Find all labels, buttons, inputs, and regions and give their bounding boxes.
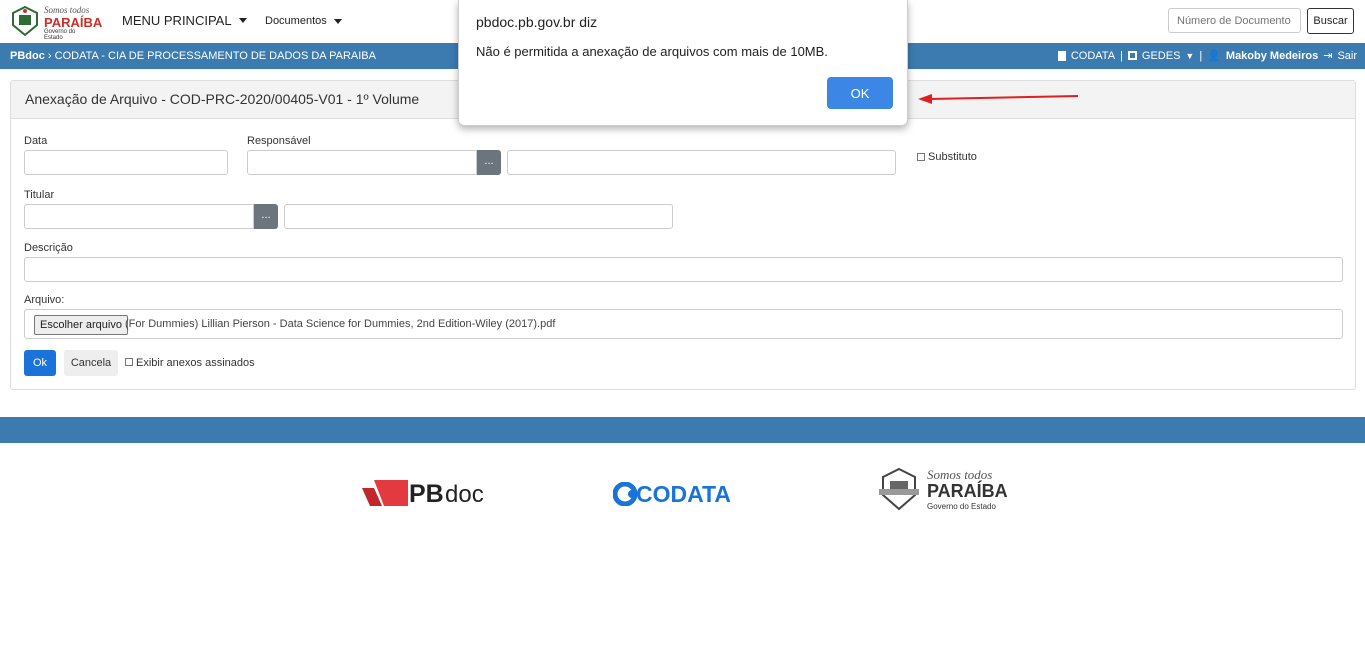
logout-icon: ⇥ bbox=[1323, 50, 1333, 62]
titular-label: Titular bbox=[24, 189, 55, 201]
dialog-ok-button[interactable]: OK bbox=[827, 77, 893, 109]
chevron-down-icon: ▼ bbox=[1185, 50, 1195, 61]
exibir-anexos-checkbox[interactable] bbox=[125, 358, 133, 366]
caret-down-icon bbox=[333, 18, 342, 24]
breadcrumb: PBdoc › CODATA - CIA DE PROCESSAMENTO DE… bbox=[10, 50, 376, 62]
unit-link[interactable]: CODATA bbox=[1071, 50, 1115, 62]
menu-principal-label: MENU PRINCIPAL bbox=[122, 13, 232, 28]
user-name[interactable]: Makoby Medeiros bbox=[1226, 50, 1318, 62]
paraiba-footer-logo: Somos todos PARAÍBA Governo do Estado bbox=[877, 467, 1008, 513]
logout-link[interactable]: Sair bbox=[1337, 50, 1357, 62]
footer-bar bbox=[0, 417, 1365, 443]
sitemap-icon bbox=[1127, 51, 1137, 60]
logo-tagline: Somos todos bbox=[44, 5, 90, 15]
file-name: (For Dummies) Lillian Pierson - Data Sci… bbox=[125, 318, 556, 330]
alert-dialog: pbdoc.pb.gov.br diz Não é permitida a an… bbox=[458, 0, 908, 126]
codata-logo: CODATA bbox=[613, 481, 758, 507]
dialog-title: pbdoc.pb.gov.br diz bbox=[476, 14, 598, 30]
choose-file-button[interactable]: Escolher arquivo bbox=[34, 315, 128, 335]
documentos-label: Documentos bbox=[265, 15, 327, 27]
responsavel-label: Responsável bbox=[247, 135, 311, 147]
descricao-input[interactable] bbox=[24, 257, 1343, 282]
responsavel-code-input[interactable] bbox=[247, 150, 477, 175]
arquivo-label: Arquivo: bbox=[24, 294, 65, 306]
footer-logo-title: PARAÍBA bbox=[927, 481, 1008, 501]
breadcrumb-org[interactable]: CODATA - CIA DE PROCESSAMENTO DE DADOS D… bbox=[55, 50, 376, 62]
user-area: CODATA | GEDES ▼ | 👤 Makoby Medeiros ⇥ S… bbox=[1057, 49, 1357, 62]
pbdoc-logo-doc: doc bbox=[445, 481, 484, 508]
attachment-panel: Anexação de Arquivo - COD-PRC-2020/00405… bbox=[10, 80, 1356, 390]
red-arrow-icon bbox=[918, 94, 1079, 104]
dialog-message: Não é permitida a anexação de arquivos c… bbox=[476, 44, 828, 59]
separator: | bbox=[1199, 49, 1203, 62]
data-input[interactable] bbox=[24, 150, 228, 175]
documentos-dropdown[interactable]: Documentos bbox=[265, 15, 342, 27]
menu-principal-dropdown[interactable]: MENU PRINCIPAL bbox=[122, 13, 247, 28]
logo-subtitle: Governo do Estado bbox=[44, 29, 76, 41]
responsavel-search-button[interactable]: ... bbox=[477, 150, 501, 175]
substituto-label: Substituto bbox=[928, 151, 977, 163]
cancel-button[interactable]: Cancela bbox=[64, 350, 118, 376]
substituto-checkbox[interactable] bbox=[917, 153, 925, 161]
caret-down-icon bbox=[238, 18, 247, 23]
building-icon bbox=[1057, 50, 1066, 61]
responsavel-name-input[interactable] bbox=[507, 150, 896, 175]
exibir-anexos-label: Exibir anexos assinados bbox=[136, 357, 255, 369]
file-input[interactable]: Escolher arquivo (For Dummies) Lillian P… bbox=[24, 309, 1343, 339]
paraiba-logo[interactable]: Somos todos PARAÍBA Governo do Estado bbox=[10, 5, 102, 41]
titular-search-button[interactable]: ... bbox=[254, 204, 278, 229]
breadcrumb-app[interactable]: PBdoc bbox=[10, 50, 45, 62]
coat-of-arms-icon bbox=[12, 5, 38, 37]
data-label: Data bbox=[24, 135, 48, 147]
titular-name-input[interactable] bbox=[284, 204, 673, 229]
descricao-label: Descrição bbox=[24, 242, 73, 254]
logo-title: PARAÍBA bbox=[44, 15, 103, 30]
codata-logo-text: CODATA bbox=[636, 481, 731, 507]
titular-code-input[interactable] bbox=[24, 204, 254, 229]
footer-logo-subtitle: Governo do Estado bbox=[927, 502, 996, 511]
separator: | bbox=[1120, 49, 1123, 62]
pbdoc-logo: PB doc bbox=[362, 480, 502, 508]
pbdoc-mark-icon bbox=[362, 480, 408, 506]
coat-of-arms-icon bbox=[879, 467, 919, 511]
chevron-right-icon: › bbox=[47, 50, 52, 62]
codata-mark-icon bbox=[613, 482, 637, 506]
pbdoc-logo-pb: PB bbox=[409, 480, 444, 508]
dept-dropdown[interactable]: GEDES bbox=[1142, 50, 1181, 62]
document-number-input[interactable] bbox=[1168, 8, 1301, 33]
search-button[interactable]: Buscar bbox=[1307, 8, 1354, 34]
user-icon: 👤 bbox=[1207, 50, 1221, 62]
ok-button[interactable]: Ok bbox=[24, 350, 56, 376]
